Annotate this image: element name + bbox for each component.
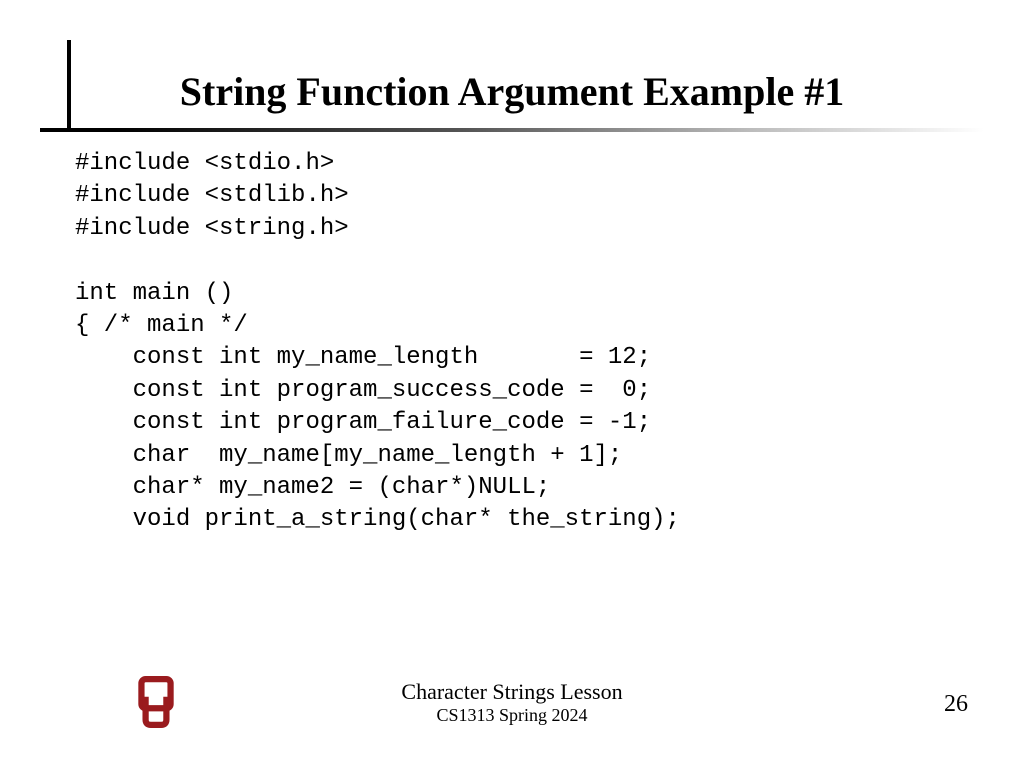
footer-course: CS1313 Spring 2024	[0, 705, 1024, 726]
footer-lesson: Character Strings Lesson	[0, 679, 1024, 705]
page-number: 26	[944, 691, 968, 718]
code-block: #include <stdio.h> #include <stdlib.h> #…	[75, 148, 680, 537]
slide: String Function Argument Example #1 #inc…	[0, 0, 1024, 768]
footer: Character Strings Lesson CS1313 Spring 2…	[0, 679, 1024, 726]
slide-title: String Function Argument Example #1	[0, 68, 1024, 115]
title-rule-horizontal	[40, 128, 984, 132]
